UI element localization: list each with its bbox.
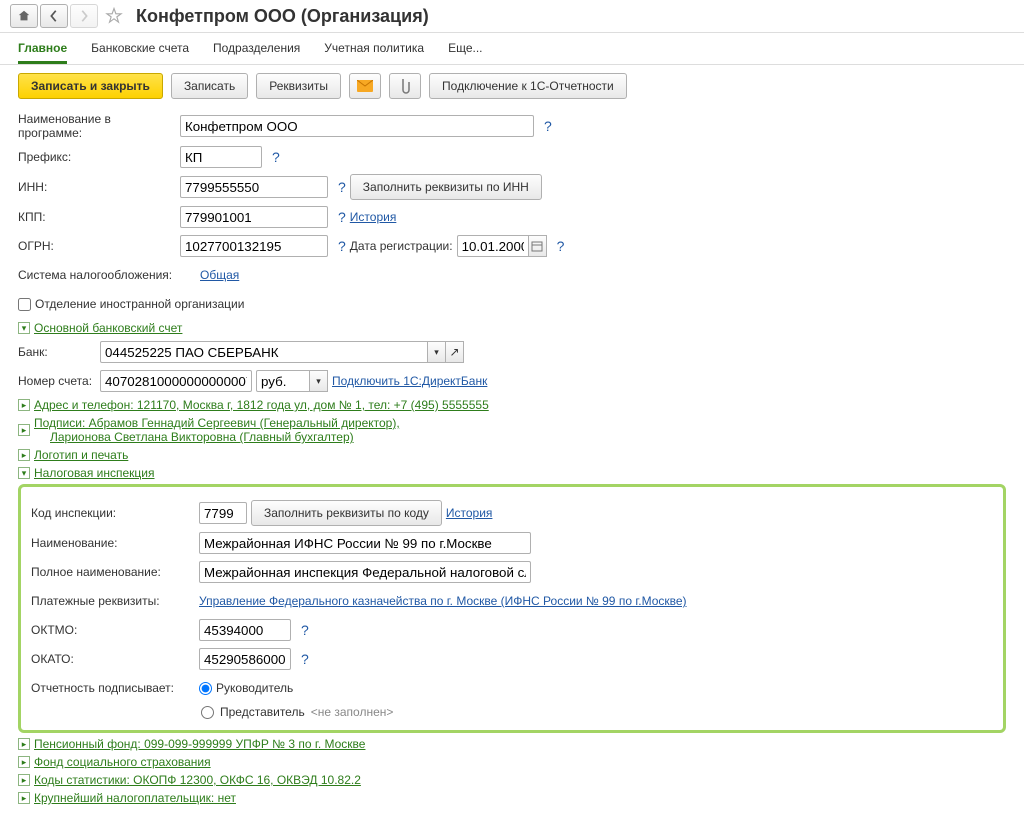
kpp-input[interactable] <box>180 206 328 228</box>
direct-bank-link[interactable]: Подключить 1С:ДиректБанк <box>332 374 487 388</box>
oktmo-label: ОКТМО: <box>31 623 195 637</box>
chevron-down-icon: ▾ <box>18 322 30 334</box>
section-codes[interactable]: ▸Коды статистики: ОКОПФ 12300, ОКФС 16, … <box>18 773 1006 787</box>
chevron-down-icon: ▾ <box>18 467 30 479</box>
section-logo[interactable]: ▸Логотип и печать <box>18 448 1006 462</box>
foreign-label: Отделение иностранной организации <box>35 297 244 311</box>
repr-label: Представитель <box>220 705 305 719</box>
help-icon[interactable]: ? <box>272 149 280 165</box>
okato-input[interactable] <box>199 648 291 670</box>
home-button[interactable] <box>10 4 38 28</box>
requisites-button[interactable]: Реквизиты <box>256 73 341 99</box>
calendar-icon[interactable] <box>529 235 547 257</box>
tax-system-link[interactable]: Общая <box>200 268 239 282</box>
insp-code-input[interactable] <box>199 502 247 524</box>
repr-radio[interactable] <box>201 706 214 719</box>
insp-code-label: Код инспекции: <box>31 506 195 520</box>
section-pension[interactable]: ▸Пенсионный фонд: 099-099-999999 УПФР № … <box>18 737 1006 751</box>
insp-name-input[interactable] <box>199 532 531 554</box>
reg-date-input[interactable] <box>457 235 529 257</box>
chevron-right-icon: ▸ <box>18 756 30 768</box>
foreign-checkbox[interactable] <box>18 298 31 311</box>
prefix-input[interactable] <box>180 146 262 168</box>
chevron-right-icon: ▸ <box>18 792 30 804</box>
save-button[interactable]: Записать <box>171 73 248 99</box>
ogrn-input[interactable] <box>180 235 328 257</box>
inn-label: ИНН: <box>18 180 176 194</box>
favorite-icon[interactable] <box>100 4 128 28</box>
tax-inspection-panel: Код инспекции: Заполнить реквизиты по ко… <box>18 484 1006 733</box>
chevron-right-icon: ▸ <box>18 738 30 750</box>
tab-bar: Главное Банковские счета Подразделения У… <box>0 33 1024 65</box>
account-label: Номер счета: <box>18 374 96 388</box>
inn-input[interactable] <box>180 176 328 198</box>
help-icon[interactable]: ? <box>338 238 346 254</box>
page-title: Конфетпром ООО (Организация) <box>136 6 429 27</box>
oktmo-input[interactable] <box>199 619 291 641</box>
kpp-history-link[interactable]: История <box>350 210 397 224</box>
insp-name-label: Наименование: <box>31 536 195 550</box>
tab-bank[interactable]: Банковские счета <box>91 41 189 64</box>
currency-input[interactable] <box>256 370 310 392</box>
save-close-button[interactable]: Записать и закрыть <box>18 73 163 99</box>
chevron-right-icon: ▸ <box>18 399 30 411</box>
section-fss[interactable]: ▸Фонд социального страхования <box>18 755 1006 769</box>
bank-input[interactable] <box>100 341 428 363</box>
prefix-label: Префикс: <box>18 150 176 164</box>
help-icon[interactable]: ? <box>338 209 346 225</box>
signs-label: Отчетность подписывает: <box>31 681 195 695</box>
insp-full-label: Полное наименование: <box>31 565 195 579</box>
help-icon[interactable]: ? <box>301 651 309 667</box>
attach-button[interactable] <box>389 73 421 99</box>
tab-main[interactable]: Главное <box>18 41 67 64</box>
okato-label: ОКАТО: <box>31 652 195 666</box>
help-icon[interactable]: ? <box>338 179 346 195</box>
fill-inn-button[interactable]: Заполнить реквизиты по ИНН <box>350 174 542 200</box>
account-input[interactable] <box>100 370 252 392</box>
connect-1c-button[interactable]: Подключение к 1С-Отчетности <box>429 73 627 99</box>
reg-date-label: Дата регистрации: <box>350 239 453 253</box>
leader-label: Руководитель <box>216 681 293 695</box>
pay-req-link[interactable]: Управление Федерального казначейства по … <box>199 594 687 608</box>
section-bank-account[interactable]: ▾Основной банковский счет <box>18 321 1006 335</box>
help-icon[interactable]: ? <box>544 118 552 134</box>
section-signatures[interactable]: ▸Подписи: Абрамов Геннадий Сергеевич (Ге… <box>18 416 1006 444</box>
mail-button[interactable] <box>349 73 381 99</box>
help-icon[interactable]: ? <box>557 238 565 254</box>
tab-more[interactable]: Еще... <box>448 41 482 64</box>
kpp-label: КПП: <box>18 210 176 224</box>
open-icon[interactable]: ↗ <box>446 341 464 363</box>
repr-empty: <не заполнен> <box>311 705 394 719</box>
bank-label: Банк: <box>18 345 96 359</box>
tab-policy[interactable]: Учетная политика <box>324 41 424 64</box>
pay-req-label: Платежные реквизиты: <box>31 594 195 608</box>
forward-button[interactable] <box>70 4 98 28</box>
chevron-right-icon: ▸ <box>18 449 30 461</box>
section-address[interactable]: ▸Адрес и телефон: 121170, Москва г, 1812… <box>18 398 1006 412</box>
prog-name-label: Наименование в программе: <box>18 112 176 140</box>
fill-code-button[interactable]: Заполнить реквизиты по коду <box>251 500 442 526</box>
section-big-taxpayer[interactable]: ▸Крупнейший налогоплательщик: нет <box>18 791 1006 805</box>
tax-system-label: Система налогообложения: <box>18 268 196 282</box>
chevron-right-icon: ▸ <box>18 424 30 436</box>
chevron-right-icon: ▸ <box>18 774 30 786</box>
tab-dep[interactable]: Подразделения <box>213 41 300 64</box>
insp-full-input[interactable] <box>199 561 531 583</box>
help-icon[interactable]: ? <box>301 622 309 638</box>
dropdown-icon[interactable]: ▾ <box>310 370 328 392</box>
prog-name-input[interactable] <box>180 115 534 137</box>
ogrn-label: ОГРН: <box>18 239 176 253</box>
dropdown-icon[interactable]: ▾ <box>428 341 446 363</box>
insp-history-link[interactable]: История <box>446 506 493 520</box>
back-button[interactable] <box>40 4 68 28</box>
leader-radio[interactable] <box>199 682 212 695</box>
section-tax-inspection[interactable]: ▾Налоговая инспекция <box>18 466 1006 480</box>
